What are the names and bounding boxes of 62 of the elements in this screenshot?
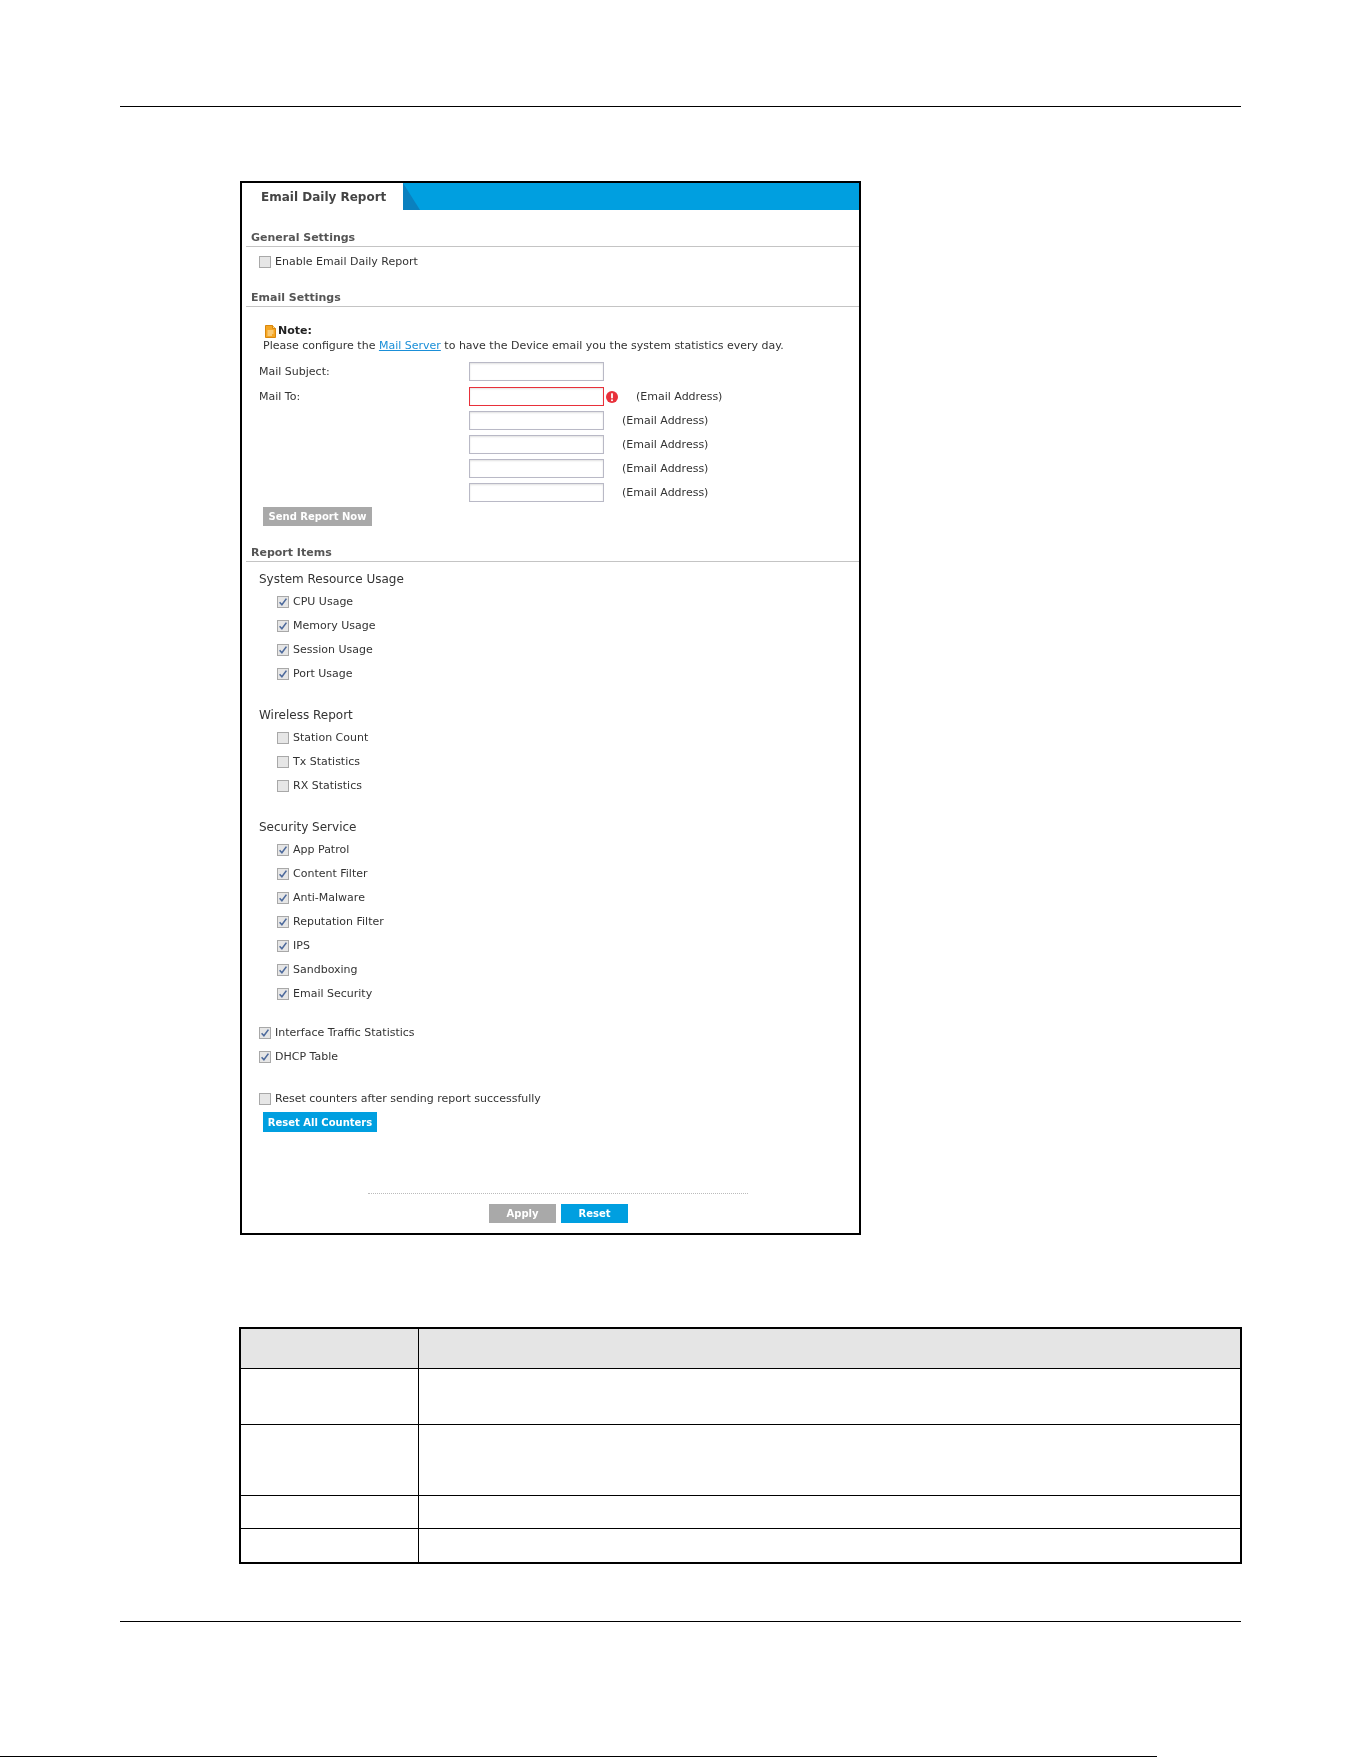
checkbox[interactable] [277, 732, 289, 744]
checkbox[interactable] [277, 780, 289, 792]
field-hint: (Email Address) [622, 437, 709, 452]
checkbox[interactable] [277, 964, 289, 976]
checkbox[interactable] [277, 892, 289, 904]
note-icon [265, 324, 276, 338]
checkbox-label: Station Count [293, 731, 369, 745]
field-label: Mail To: [259, 389, 301, 404]
error-icon [606, 390, 618, 403]
section-title: Report Items [251, 545, 332, 560]
email-field[interactable] [469, 411, 604, 430]
checkbox[interactable] [259, 1027, 271, 1039]
field-hint: (Email Address) [636, 389, 723, 404]
reset-button[interactable]: Reset [561, 1204, 628, 1223]
note-title: Note: [278, 324, 312, 338]
checkbox-label: Reputation Filter [293, 915, 384, 929]
checkbox-label: Memory Usage [293, 619, 376, 633]
checkbox[interactable] [277, 668, 289, 680]
checkbox-label: Anti-Malware [293, 891, 365, 905]
group-title: System Resource Usage [259, 571, 404, 587]
checkbox[interactable] [277, 644, 289, 656]
checkbox-label: Content Filter [293, 867, 368, 881]
checkbox-label: Enable Email Daily Report [275, 255, 418, 269]
field-hint: (Email Address) [622, 413, 709, 428]
checkbox-label: Tx Statistics [293, 755, 360, 769]
group-title: Security Service [259, 819, 357, 835]
checkbox-label: Sandboxing [293, 963, 358, 977]
field-label: Mail Subject: [259, 364, 330, 379]
email-field[interactable] [469, 459, 604, 478]
reset-all-counters-button[interactable]: Reset All Counters [263, 1112, 377, 1132]
checkbox[interactable] [277, 756, 289, 768]
checkbox[interactable] [259, 1051, 271, 1063]
field-hint: (Email Address) [622, 461, 709, 476]
checkbox-label: Reset counters after sending report successfully [275, 1092, 541, 1106]
checkbox[interactable] [277, 844, 289, 856]
section-title: General Settings [251, 230, 356, 245]
checkbox[interactable] [277, 620, 289, 632]
checkbox-label: Session Usage [293, 643, 373, 657]
checkbox-label: App Patrol [293, 843, 350, 857]
note-text: Please configure the Mail Server to have the Device email you the system statistics every day. [263, 339, 784, 353]
checkbox-label: IPS [293, 939, 310, 953]
checkbox-label: Email Security [293, 987, 373, 1001]
email-field[interactable] [469, 435, 604, 454]
checkbox[interactable] [277, 988, 289, 1000]
mail-subject-field[interactable] [469, 362, 604, 381]
email-field[interactable] [469, 483, 604, 502]
checkbox-label: RX Statistics [293, 779, 362, 793]
checkbox[interactable] [259, 256, 271, 268]
checkbox-label: Port Usage [293, 667, 353, 681]
checkbox[interactable] [277, 868, 289, 880]
checkbox-label: Interface Traffic Statistics [275, 1026, 415, 1040]
field-hint: (Email Address) [622, 485, 709, 500]
group-title: Wireless Report [259, 707, 353, 723]
checkbox[interactable] [277, 940, 289, 952]
checkbox[interactable] [277, 596, 289, 608]
checkbox[interactable] [259, 1093, 271, 1105]
checkbox-label: DHCP Table [275, 1050, 338, 1064]
email-field[interactable] [469, 387, 604, 406]
checkbox[interactable] [277, 916, 289, 928]
checkbox-label: CPU Usage [293, 595, 354, 609]
mail-server-link[interactable]: Mail Server [378, 339, 441, 352]
section-title: Email Settings [251, 290, 341, 305]
